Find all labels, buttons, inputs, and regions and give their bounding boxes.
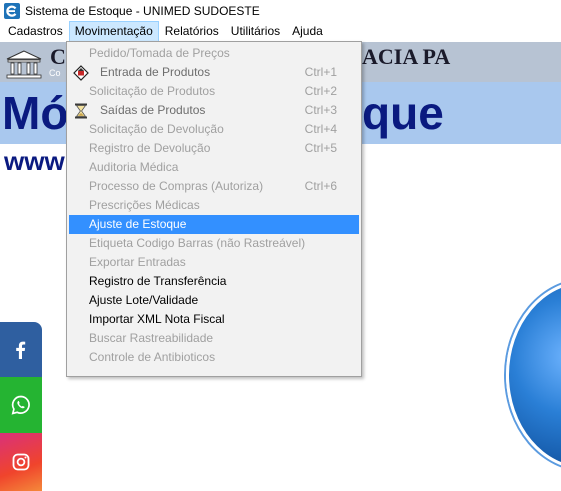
menu-item-registro-devolucao[interactable]: Registro de Devolução Ctrl+5 <box>69 139 359 158</box>
menu-utilitarios[interactable]: Utilitários <box>225 21 286 43</box>
menu-item-label: Solicitação de Devolução <box>89 122 224 136</box>
box-arrow-icon <box>70 63 92 82</box>
menu-item-shortcut: Ctrl+1 <box>304 65 337 79</box>
window-title: Sistema de Estoque - UNIMED SUDOESTE <box>25 4 260 18</box>
menu-item-label: Entrada de Produtos <box>100 65 211 79</box>
facebook-button[interactable] <box>0 322 42 377</box>
menu-item-shortcut: Ctrl+3 <box>304 103 337 117</box>
menu-item-label: Importar XML Nota Fiscal <box>89 312 225 326</box>
menu-item-etiqueta-codigo-barras[interactable]: Etiqueta Codigo Barras (não Rastreável) <box>69 234 359 253</box>
menu-ajuda[interactable]: Ajuda <box>286 21 329 43</box>
movimentacao-dropdown: Pedido/Tomada de Preços Entrada de Produ… <box>66 41 362 377</box>
company-name-start: C <box>50 44 66 69</box>
menu-item-label: Controle de Antibioticos <box>89 350 216 364</box>
module-title-end: que <box>362 87 444 139</box>
menu-cadastros[interactable]: Cadastros <box>2 21 69 43</box>
menu-item-registro-transferencia[interactable]: Registro de Transferência <box>69 272 359 291</box>
whatsapp-icon <box>11 395 30 415</box>
module-title-start: Mó <box>2 87 69 139</box>
title-bar: Sistema de Estoque - UNIMED SUDOESTE <box>0 0 561 22</box>
menu-item-saidas-produtos[interactable]: Saídas de Produtos Ctrl+3 <box>69 101 359 120</box>
menu-item-importar-xml[interactable]: Importar XML Nota Fiscal <box>69 310 359 329</box>
menu-item-processo-compras[interactable]: Processo de Compras (Autoriza) Ctrl+6 <box>69 177 359 196</box>
whatsapp-button[interactable] <box>0 377 42 433</box>
menu-item-label: Processo de Compras (Autoriza) <box>89 179 264 193</box>
menu-item-pedido-tomada-precos[interactable]: Pedido/Tomada de Preços <box>69 44 359 63</box>
menu-item-label: Prescrições Médicas <box>89 198 200 212</box>
menu-item-exportar-entradas[interactable]: Exportar Entradas <box>69 253 359 272</box>
menu-item-label: Auditoria Médica <box>89 160 179 174</box>
menu-item-ajuste-estoque[interactable]: Ajuste de Estoque <box>69 215 359 234</box>
menu-item-shortcut: Ctrl+5 <box>304 141 337 155</box>
menu-item-label: Etiqueta Codigo Barras (não Rastreável) <box>89 236 306 250</box>
menu-item-label: Ajuste de Estoque <box>89 217 187 231</box>
menu-item-label: Ajuste Lote/Validade <box>89 293 199 307</box>
menu-item-controle-antibioticos[interactable]: Controle de Antibioticos <box>69 348 359 367</box>
menu-item-prescricoes-medicas[interactable]: Prescrições Médicas <box>69 196 359 215</box>
menu-item-label: Saídas de Produtos <box>100 103 206 117</box>
menu-item-shortcut: Ctrl+6 <box>304 179 337 193</box>
company-subtitle: Co <box>49 68 61 78</box>
website-url: www <box>4 146 65 176</box>
menu-item-auditoria-medica[interactable]: Auditoria Médica <box>69 158 359 177</box>
instagram-icon <box>12 453 30 471</box>
menu-bar: Cadastros Movimentação Relatórios Utilit… <box>0 21 561 43</box>
menu-item-label: Solicitação de Produtos <box>89 84 216 98</box>
menu-item-shortcut: Ctrl+2 <box>304 84 337 98</box>
facebook-icon <box>16 341 26 359</box>
menu-item-entrada-produtos[interactable]: Entrada de Produtos Ctrl+1 <box>69 63 359 82</box>
bank-building-icon <box>6 50 42 79</box>
menu-relatorios[interactable]: Relatórios <box>159 21 225 43</box>
menu-item-label: Pedido/Tomada de Preços <box>89 46 230 60</box>
menu-item-label: Buscar Rastreabilidade <box>89 331 214 345</box>
logo-globe <box>506 280 561 470</box>
hourglass-icon <box>70 101 92 120</box>
instagram-button[interactable] <box>0 433 42 491</box>
menu-item-shortcut: Ctrl+4 <box>304 122 337 136</box>
menu-item-label: Registro de Transferência <box>89 274 227 288</box>
company-name-end: ACIA PA <box>362 44 451 69</box>
menu-item-ajuste-lote-validade[interactable]: Ajuste Lote/Validade <box>69 291 359 310</box>
menu-item-solicitacao-produtos[interactable]: Solicitação de Produtos Ctrl+2 <box>69 82 359 101</box>
menu-item-label: Registro de Devolução <box>89 141 211 155</box>
menu-item-label: Exportar Entradas <box>89 255 186 269</box>
menu-item-solicitacao-devolucao[interactable]: Solicitação de Devolução Ctrl+4 <box>69 120 359 139</box>
menu-item-buscar-rastreabilidade[interactable]: Buscar Rastreabilidade <box>69 329 359 348</box>
menu-movimentacao[interactable]: Movimentação <box>68 21 159 43</box>
e-logo-icon <box>4 3 20 19</box>
